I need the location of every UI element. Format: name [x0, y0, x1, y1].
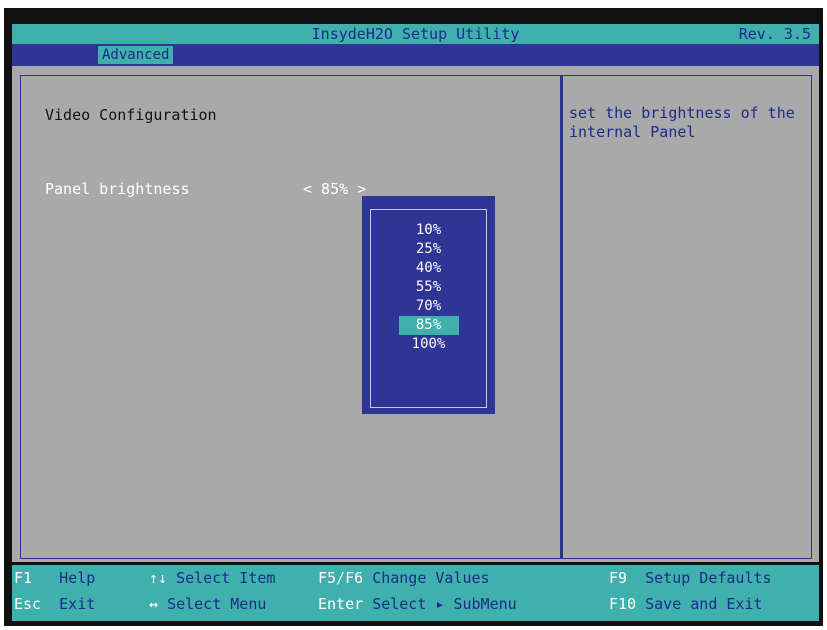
- dropdown-option[interactable]: 25%: [362, 240, 495, 259]
- desc-help: Help: [59, 569, 96, 587]
- footer-keys: F1 Help ↑↓ Select Item F5/F6 Change Valu…: [12, 565, 819, 621]
- revision-label: Rev. 3.5: [738, 25, 811, 43]
- section-title: Video Configuration: [45, 106, 217, 124]
- dropdown-options: 10% 25% 40% 55% 70% 85% 100%: [362, 221, 495, 354]
- dropdown-option-label: 70%: [415, 298, 442, 314]
- dropdown-option-label: 25%: [415, 241, 442, 257]
- dropdown-option-label: 10%: [415, 222, 442, 238]
- dropdown-option[interactable]: 40%: [362, 259, 495, 278]
- dropdown-option-label: 40%: [415, 260, 442, 276]
- desc-save-exit: Save and Exit: [645, 595, 763, 613]
- key-f5f6: F5/F6: [318, 569, 364, 587]
- help-text: set the brightness of the internal Panel: [569, 104, 795, 141]
- footer-save-exit: F10 Save and Exit: [609, 595, 763, 613]
- panel-brightness-label[interactable]: Panel brightness: [45, 180, 190, 198]
- dropdown-option-label: 85%: [398, 316, 459, 335]
- desc-exit: Exit: [59, 595, 96, 613]
- footer-exit: Esc Exit: [14, 595, 95, 613]
- dropdown-option-label: 100%: [411, 336, 446, 352]
- app-title: InsydeH2O Setup Utility: [311, 25, 520, 43]
- brightness-dropdown[interactable]: 10% 25% 40% 55% 70% 85% 100%: [362, 196, 495, 414]
- desc-change-values: Change Values: [372, 569, 490, 587]
- key-f9: F9: [609, 569, 628, 587]
- footer-setup-defaults: F9 Setup Defaults: [609, 569, 772, 587]
- settings-pane: Video Configuration Panel brightness < 8…: [20, 75, 561, 559]
- key-esc: Esc: [14, 595, 42, 613]
- footer-change-values: F5/F6 Change Values: [318, 569, 490, 587]
- dropdown-option-label: 55%: [415, 279, 442, 295]
- menu-tab-bar: Advanced: [12, 44, 819, 66]
- footer-select-menu: ↔ Select Menu: [149, 595, 266, 613]
- dropdown-option[interactable]: 70%: [362, 297, 495, 316]
- footer-submenu: Enter Select ▸ SubMenu: [318, 595, 517, 613]
- footer-help: F1 Help: [14, 569, 95, 587]
- desc-select-item: Select Item: [176, 569, 276, 587]
- key-enter: Enter: [318, 595, 364, 613]
- dropdown-option[interactable]: 100%: [362, 335, 495, 354]
- key-f10: F10: [609, 595, 637, 613]
- panel-brightness-value[interactable]: < 85% >: [303, 180, 366, 198]
- dropdown-option[interactable]: 10%: [362, 221, 495, 240]
- arrows-updown-icon: ↑↓: [149, 569, 168, 587]
- help-pane: set the brightness of the internal Panel: [561, 75, 812, 559]
- footer-select-item: ↑↓ Select Item: [149, 569, 275, 587]
- tab-advanced[interactable]: Advanced: [98, 46, 174, 64]
- desc-setup-defaults: Setup Defaults: [645, 569, 772, 587]
- main-panel: Video Configuration Panel brightness < 8…: [12, 66, 819, 562]
- title-bar: InsydeH2O Setup Utility Rev. 3.5: [12, 24, 819, 44]
- dropdown-option[interactable]: 55%: [362, 278, 495, 297]
- desc-submenu: Select ▸ SubMenu: [372, 595, 517, 613]
- arrows-leftright-icon: ↔: [149, 595, 159, 613]
- key-f1: F1: [14, 569, 33, 587]
- dropdown-option[interactable]: 85%: [362, 316, 495, 335]
- desc-select-menu: Select Menu: [167, 595, 267, 613]
